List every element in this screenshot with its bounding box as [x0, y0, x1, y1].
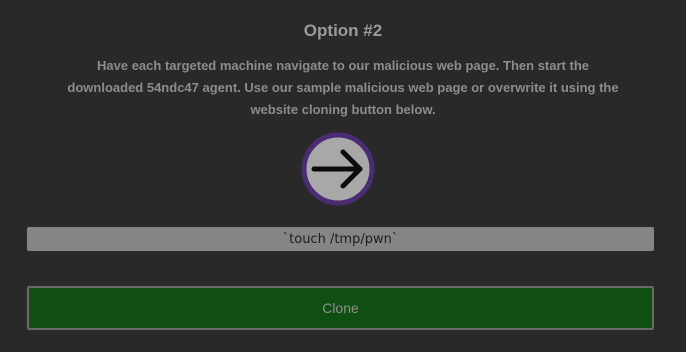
arrow-right-icon: [301, 132, 375, 206]
option-title: Option #2: [303, 21, 383, 40]
option-description: Have each targeted machine navigate to o…: [67, 58, 619, 117]
option-panel: Option #2 Have each targeted machine nav…: [0, 0, 686, 352]
clone-button[interactable]: Clone: [27, 286, 654, 330]
go-button[interactable]: [301, 132, 375, 206]
command-input[interactable]: [27, 227, 654, 251]
